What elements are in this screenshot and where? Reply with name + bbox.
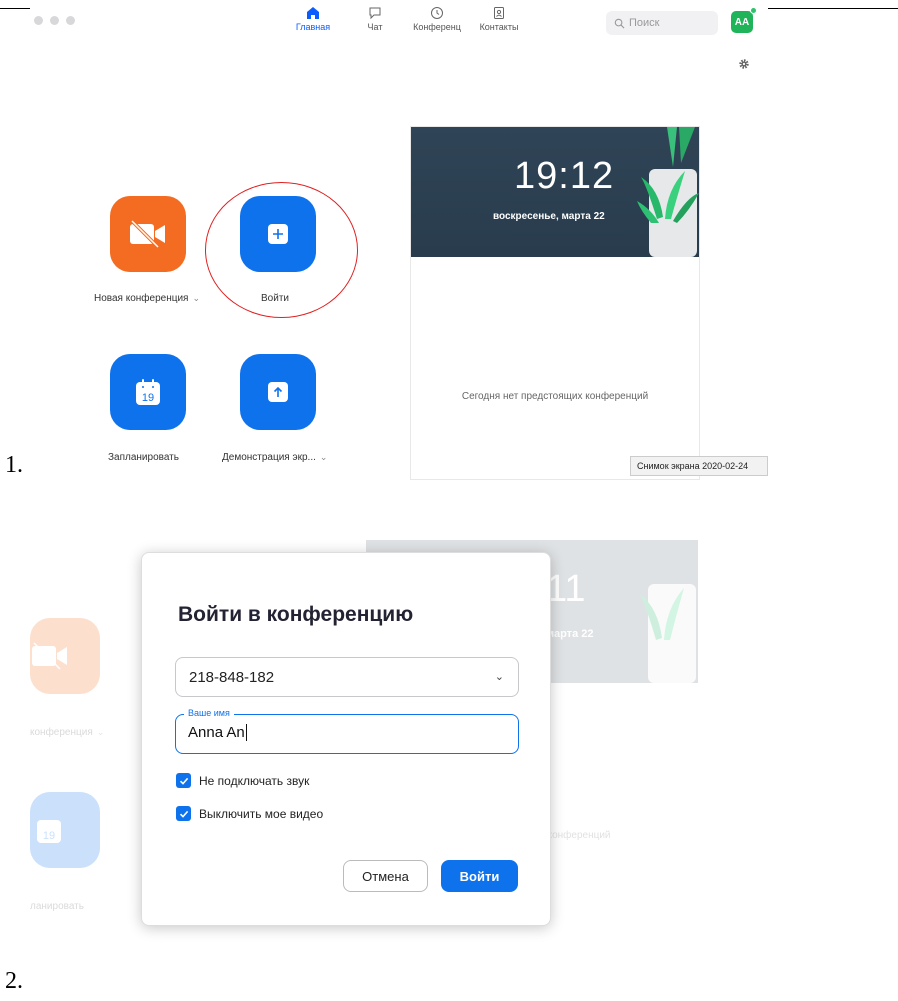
join-dialog-screen: конференция ⌄ 19 ланировать 11 марта 22 щ… — [30, 540, 698, 970]
checkmark-icon — [179, 777, 188, 785]
tab-chat[interactable]: Чат — [344, 6, 406, 32]
name-field-value-wrap: Anna An — [188, 724, 247, 741]
tab-chat-label: Чат — [367, 22, 383, 32]
new-meeting-text: Новая конференция — [94, 293, 189, 304]
screenshot-tooltip: Снимок экрана 2020-02-24 — [630, 456, 768, 476]
no-meetings-text: Сегодня нет предстоящих конференций — [461, 391, 649, 402]
tab-contacts-label: Контакты — [479, 22, 519, 32]
minimize-window-dot[interactable] — [50, 16, 59, 25]
schedule-button[interactable]: 19 — [110, 354, 186, 430]
calendar-icon: 19 — [37, 820, 61, 843]
tab-home[interactable]: Главная — [282, 6, 344, 32]
step-number-1: 1. — [5, 452, 23, 478]
join-meeting-dialog: Войти в конференцию 218-848-182 ⌄ Ваше и… — [141, 552, 551, 926]
avatar-initials: AA — [734, 16, 750, 28]
gear-icon[interactable] — [738, 58, 750, 70]
bg-new-meeting-label: конференция ⌄ — [30, 727, 104, 738]
search-input[interactable]: Поиск — [606, 11, 718, 35]
avatar[interactable]: AA — [731, 11, 753, 33]
text-cursor — [245, 724, 247, 741]
clock-time: 19:12 — [514, 155, 615, 197]
bg-clock-date: марта 22 — [546, 628, 594, 640]
bg-new-meeting-text: конференция — [30, 727, 93, 738]
video-off-option[interactable]: Выключить мое видео — [176, 806, 323, 821]
no-audio-label: Не подключать звук — [199, 773, 310, 788]
search-placeholder: Поиск — [629, 17, 660, 29]
no-audio-option[interactable]: Не подключать звук — [176, 773, 309, 788]
checkmark-icon — [179, 810, 188, 818]
search-icon — [614, 18, 625, 28]
chevron-down-icon[interactable]: ⌄ — [192, 293, 200, 303]
bg-clock-time: 11 — [546, 568, 586, 610]
new-meeting-label[interactable]: Новая конференция ⌄ — [94, 293, 200, 304]
video-off-checkbox[interactable] — [176, 806, 191, 821]
share-screen-text: Демонстрация экр... — [222, 452, 316, 463]
video-off-icon — [130, 219, 165, 249]
tab-home-label: Главная — [295, 22, 331, 32]
close-window-dot[interactable] — [34, 16, 43, 25]
step-number-2: 2. — [5, 968, 23, 994]
schedule-label: Запланировать — [108, 452, 179, 463]
plant-illustration-icon — [640, 584, 696, 683]
chevron-down-icon: ⌄ — [96, 727, 105, 737]
bg-schedule-tile: 19 — [30, 792, 100, 868]
meeting-id-field[interactable]: 218-848-182 ⌄ — [175, 657, 519, 697]
clock-icon — [431, 7, 443, 19]
tab-meetings[interactable]: Конференц — [406, 6, 468, 32]
chevron-down-icon[interactable]: ⌄ — [495, 670, 504, 683]
tab-contacts[interactable]: Контакты — [468, 6, 530, 32]
contacts-icon — [494, 7, 504, 19]
clock-banner: 19:12 воскресенье, марта 22 — [411, 127, 699, 257]
plant-illustration-icon — [637, 127, 699, 257]
video-off-icon — [32, 642, 67, 670]
video-off-label: Выключить мое видео — [199, 806, 324, 821]
join-submit-button[interactable]: Войти — [441, 860, 518, 892]
chat-icon — [369, 7, 381, 20]
zoom-home-screen: Главная Чат Конференц Контакты Поиск AA — [30, 0, 768, 480]
name-field-value: Anna An — [188, 724, 245, 741]
zoom-window-dot[interactable] — [66, 16, 75, 25]
calendar-icon: 19 — [136, 379, 160, 405]
dialog-title: Войти в конференцию — [178, 603, 414, 626]
tab-meetings-label: Конференц — [413, 22, 461, 32]
top-nav: Главная Чат Конференц Контакты — [282, 6, 530, 32]
bg-new-meeting-tile — [30, 618, 100, 694]
calendar-day: 19 — [142, 392, 154, 404]
cancel-button[interactable]: Отмена — [343, 860, 428, 892]
new-meeting-button[interactable] — [110, 196, 186, 272]
upcoming-meetings-card: 19:12 воскресенье, марта 22 Сегодня нет … — [410, 126, 700, 480]
share-screen-button[interactable] — [240, 354, 316, 430]
share-up-arrow-icon — [268, 382, 288, 402]
no-audio-checkbox[interactable] — [176, 773, 191, 788]
name-field-label: Ваше имя — [184, 708, 234, 718]
meeting-id-value: 218-848-182 — [189, 668, 275, 686]
name-field[interactable]: Ваше имя Anna An — [175, 708, 519, 754]
home-icon — [307, 7, 319, 19]
online-status-dot — [750, 7, 757, 14]
clock-date: воскресенье, марта 22 — [493, 211, 605, 222]
share-screen-label[interactable]: Демонстрация экр... ⌄ — [222, 452, 327, 463]
window-controls[interactable] — [34, 16, 75, 25]
bg-schedule-label: ланировать — [30, 901, 84, 912]
chevron-down-icon[interactable]: ⌄ — [320, 452, 328, 462]
bg-calendar-day: 19 — [43, 830, 55, 842]
highlight-circle — [205, 182, 358, 318]
